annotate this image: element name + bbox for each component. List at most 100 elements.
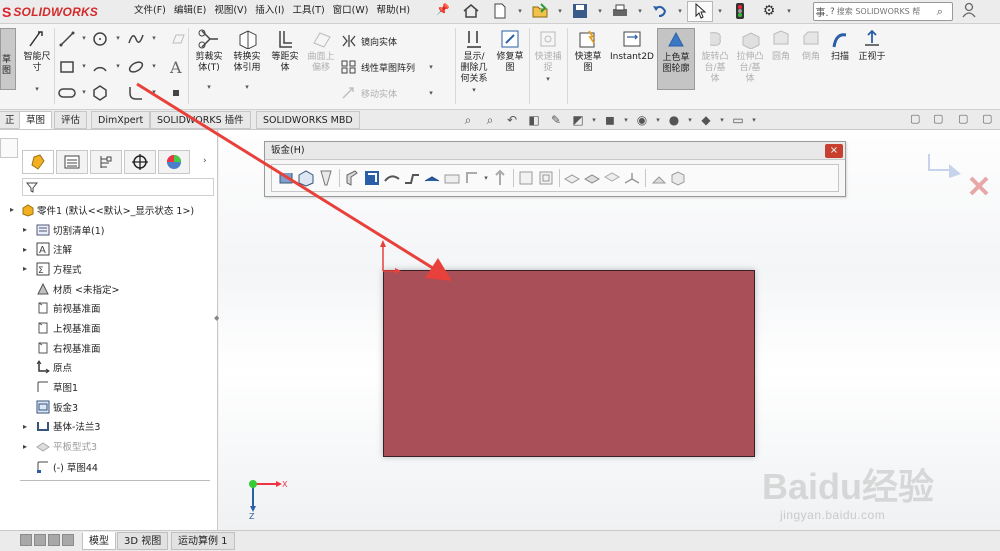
flatten-icon[interactable] xyxy=(562,167,582,189)
expand-icon[interactable]: ▸ xyxy=(23,225,27,234)
linear-pattern-dropdown-icon[interactable]: ▾ xyxy=(427,63,435,71)
closed-corner-icon[interactable] xyxy=(462,167,482,189)
previous-tab-button[interactable] xyxy=(34,534,46,546)
cross-break-icon[interactable] xyxy=(442,167,462,189)
tab-motion-study[interactable]: 运动算例 1 xyxy=(171,532,235,550)
menu-insert[interactable]: 插入(I) xyxy=(251,3,288,19)
first-tab-button[interactable] xyxy=(20,534,32,546)
sketched-bend-icon[interactable] xyxy=(422,167,442,189)
tree-rollback-bar[interactable] xyxy=(20,480,210,481)
unfold-icon[interactable] xyxy=(516,167,536,189)
filter-icon[interactable] xyxy=(26,181,38,193)
quick-snaps-dropdown-icon[interactable]: ▾ xyxy=(544,74,552,85)
view-settings-dropdown-icon[interactable]: ▾ xyxy=(750,116,758,124)
panel-expand-icon[interactable]: › xyxy=(203,156,207,166)
sketch-button-partial[interactable]: 草 图 xyxy=(0,28,16,90)
menu-window[interactable]: 窗口(W) xyxy=(329,3,373,19)
spline-dropdown-icon[interactable]: ▾ xyxy=(150,34,158,42)
exit-sketch-icon[interactable] xyxy=(968,175,990,200)
hide-show-items-icon[interactable]: ◉ xyxy=(632,111,652,129)
menu-view[interactable]: 视图(V) xyxy=(210,3,251,19)
tree-item-flat-pattern3[interactable]: ▸ 平板型式3 xyxy=(0,436,218,456)
display-delete-relations-button[interactable]: 显示/ 删除几 何关系 ▾ xyxy=(455,28,493,96)
arc-icon[interactable] xyxy=(90,58,110,76)
tree-item-cut-list[interactable]: ▸ 切割清单(1) xyxy=(0,220,218,240)
new-dropdown-icon[interactable]: ▾ xyxy=(516,7,524,15)
undo-dropdown-icon[interactable]: ▾ xyxy=(676,7,684,15)
line-icon[interactable] xyxy=(57,30,77,48)
feature-tree-tab-icon[interactable] xyxy=(22,150,54,174)
search-box[interactable]: 事. ? ⌕ xyxy=(813,2,953,21)
base-flange-tool-icon[interactable] xyxy=(276,167,296,189)
hide-show-dropdown-icon[interactable]: ▾ xyxy=(654,116,662,124)
expand-icon[interactable]: ▸ xyxy=(23,245,27,254)
tab-solidworks-addins[interactable]: SOLIDWORKS 插件 xyxy=(150,111,251,129)
tree-item-front-plane[interactable]: 前视基准面 xyxy=(0,298,218,318)
circle-icon[interactable] xyxy=(90,30,110,48)
display-manager-tab-icon[interactable] xyxy=(158,150,190,174)
line-dropdown-icon[interactable]: ▾ xyxy=(80,34,88,42)
tree-item-material[interactable]: 材质 <未指定> xyxy=(0,279,218,299)
options-gear-icon[interactable]: ⚙ xyxy=(756,1,782,22)
no-bends-icon[interactable] xyxy=(582,167,602,189)
solidworks-logo[interactable]: S SOLIDWORKS xyxy=(2,2,98,22)
spline-icon[interactable] xyxy=(126,30,146,48)
trim-entities-button[interactable]: 剪裁实 体(T) ▾ xyxy=(190,28,228,93)
menu-file[interactable]: 文件(F) xyxy=(130,3,170,19)
expand-icon[interactable]: ▸ xyxy=(23,264,27,273)
save-dropdown-icon[interactable]: ▾ xyxy=(596,7,604,15)
scene-dropdown-icon[interactable]: ▾ xyxy=(718,116,726,124)
plane-sketch-icon[interactable] xyxy=(168,30,188,48)
ellipse-icon[interactable] xyxy=(126,58,146,76)
offset-on-surface-button[interactable]: 曲面上 偏移 xyxy=(302,28,340,74)
apply-scene-icon[interactable]: ◆ xyxy=(696,111,716,129)
text-icon[interactable]: A xyxy=(166,58,186,76)
save-icon[interactable] xyxy=(567,1,593,22)
slot-icon[interactable] xyxy=(57,84,77,102)
point-icon[interactable] xyxy=(166,84,186,102)
welded-corner-icon[interactable] xyxy=(490,167,510,189)
display-style-icon[interactable]: ◼ xyxy=(600,111,620,129)
view-settings-icon[interactable]: ▭ xyxy=(728,111,748,129)
vent-icon[interactable] xyxy=(648,167,668,189)
offset-entities-button[interactable]: 等距实 体 xyxy=(266,28,304,74)
convert-entities-button[interactable]: 转换实 体引用 ▾ xyxy=(228,28,266,93)
undo-icon[interactable] xyxy=(647,1,673,22)
miter-flange-icon[interactable] xyxy=(362,167,382,189)
search-icon[interactable]: ⌕ xyxy=(937,5,943,19)
tree-item-equations[interactable]: ▸ Σ 方程式 xyxy=(0,259,218,279)
revolved-boss-button[interactable]: 旋转凸 台/基 体 xyxy=(696,28,734,85)
dynamic-annotation-icon[interactable]: ✎ xyxy=(546,111,566,129)
tab-solidworks-mbd[interactable]: SOLIDWORKS MBD xyxy=(256,111,360,129)
sketch-confirm-corner-icon[interactable] xyxy=(925,150,969,183)
open-icon[interactable] xyxy=(527,1,553,22)
corner-dropdown-icon[interactable]: ▾ xyxy=(482,174,490,182)
menu-tools[interactable]: 工具(T) xyxy=(288,3,328,19)
expand-icon[interactable]: ▸ xyxy=(23,442,27,451)
search-input[interactable] xyxy=(836,7,937,16)
rebuild-traffic-light-icon[interactable] xyxy=(727,1,753,22)
linear-sketch-pattern-button[interactable]: 线性草图阵列 ▾ xyxy=(340,58,435,76)
dimxpert-manager-tab-icon[interactable] xyxy=(124,150,156,174)
edit-appearance-icon[interactable]: ● xyxy=(664,111,684,129)
rectangle-dropdown-icon[interactable]: ▾ xyxy=(80,62,88,70)
repair-sketch-button[interactable]: 修复草 图 xyxy=(491,28,529,74)
pin-menu-icon[interactable]: 📌 xyxy=(436,3,450,16)
tab-evaluate[interactable]: 评估 xyxy=(54,111,88,129)
last-tab-button[interactable] xyxy=(62,534,74,546)
tree-item-part[interactable]: ▸ 零件1 (默认<<默认>_显示状态 1>) xyxy=(0,200,218,220)
tab-model[interactable]: 模型 xyxy=(82,532,116,550)
tree-item-base-flange3[interactable]: ▸ 基体-法兰3 xyxy=(0,417,218,437)
section-view-icon[interactable]: ◧ xyxy=(524,111,544,129)
view-orientation-icon[interactable]: ◩ xyxy=(568,111,588,129)
open-dropdown-icon[interactable]: ▾ xyxy=(556,7,564,15)
shaded-sketch-contours-button[interactable]: 上色草 图轮廓 xyxy=(657,28,695,90)
menu-help[interactable]: 帮助(H) xyxy=(372,3,414,19)
display-style-dropdown-icon[interactable]: ▾ xyxy=(622,116,630,124)
select-dropdown-icon[interactable]: ▾ xyxy=(716,7,724,15)
new-document-icon[interactable] xyxy=(487,1,513,22)
property-manager-tab-icon[interactable] xyxy=(56,150,88,174)
smart-dimension-dropdown-icon[interactable]: ▾ xyxy=(33,84,41,95)
select-icon[interactable] xyxy=(687,0,713,22)
tab-sketch[interactable]: 草图 xyxy=(19,111,53,129)
